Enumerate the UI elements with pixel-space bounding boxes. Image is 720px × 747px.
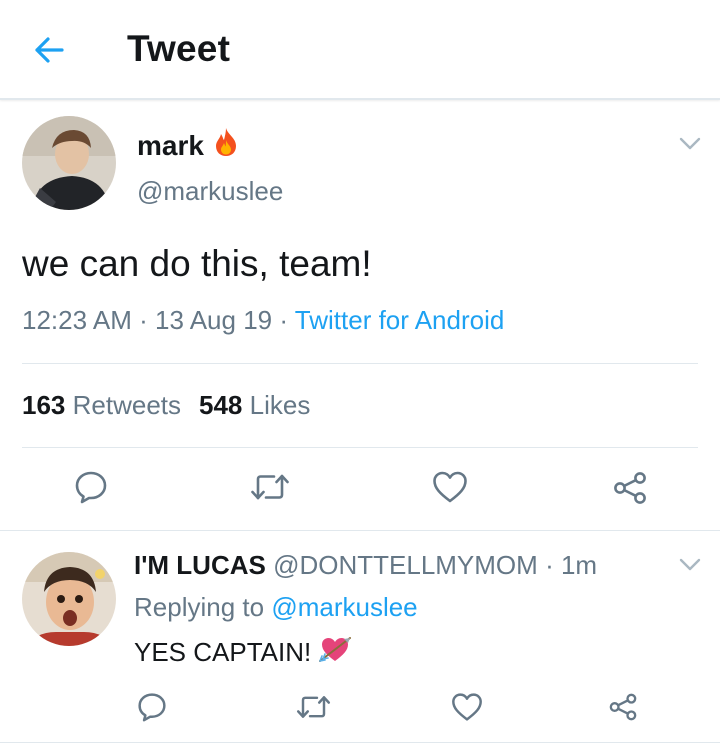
meta-separator: · <box>279 305 289 335</box>
tweet-stats: 163 Retweets 548 Likes <box>22 390 310 421</box>
tweet-meta: 12:23 AM · 13 Aug 19 · Twitter for Andro… <box>22 305 504 336</box>
likes-stat[interactable]: 548 Likes <box>199 390 310 420</box>
speech-bubble-icon <box>138 693 166 722</box>
replying-to-handle[interactable]: @markuslee <box>271 592 417 622</box>
reply-author-handle[interactable]: @DONTTELLMYMOM <box>273 550 538 580</box>
author-handle[interactable]: @markuslee <box>137 176 283 207</box>
chevron-down-icon[interactable] <box>679 137 701 151</box>
page-title: Tweet <box>127 28 231 69</box>
tweet-source-link[interactable]: Twitter for Android <box>295 305 505 335</box>
reply-text: YES CAPTAIN! <box>134 634 353 671</box>
reply-text-content: YES CAPTAIN! <box>134 637 312 667</box>
reply-avatar[interactable] <box>22 552 116 646</box>
reply-reply-button[interactable] <box>137 692 167 727</box>
likes-label: Likes <box>249 390 311 420</box>
share-icon <box>609 693 637 721</box>
author-name-text[interactable]: mark <box>137 130 204 162</box>
tweet-time: 12:23 AM <box>22 305 132 335</box>
fire-icon <box>214 127 238 164</box>
reply-header: I'M LUCAS @DONTTELLMYMOM · 1m <box>134 550 597 581</box>
section-divider <box>0 742 720 743</box>
reply-author-name[interactable]: I'M LUCAS <box>134 550 266 580</box>
heart-with-arrow-icon <box>319 634 353 671</box>
share-button[interactable] <box>612 470 648 511</box>
chevron-down-icon[interactable] <box>679 558 701 572</box>
share-icon <box>614 472 646 504</box>
tweet-text: we can do this, team! <box>22 243 372 284</box>
retweet-icon <box>296 696 331 718</box>
retweet-icon <box>251 474 289 500</box>
reply-retweet-button[interactable] <box>296 692 331 727</box>
retweets-label: Retweets <box>72 390 182 420</box>
like-button[interactable] <box>432 470 468 509</box>
author-name[interactable]: mark <box>137 127 238 164</box>
retweet-button[interactable] <box>250 470 290 509</box>
meta-separator: · <box>139 305 148 335</box>
retweets-count: 163 <box>22 390 66 420</box>
reply-button[interactable] <box>74 470 108 509</box>
reply-share-button[interactable] <box>608 692 638 727</box>
reply-time: 1m <box>560 550 598 580</box>
replying-to-label: Replying to <box>134 592 265 622</box>
avatar[interactable] <box>22 116 116 210</box>
meta-separator: · <box>545 550 554 580</box>
arrow-left-icon[interactable] <box>33 36 65 64</box>
section-divider <box>0 530 720 531</box>
reply-like-button[interactable] <box>451 692 483 727</box>
heart-icon <box>452 693 482 721</box>
replying-to: Replying to @markuslee <box>134 592 418 623</box>
speech-bubble-icon <box>75 471 107 504</box>
tweet-date: 13 Aug 19 <box>155 305 273 335</box>
divider <box>22 447 698 448</box>
likes-count: 548 <box>199 390 243 420</box>
top-app-bar: Tweet <box>0 0 720 100</box>
heart-icon <box>433 471 467 503</box>
retweets-stat[interactable]: 163 Retweets <box>22 390 181 420</box>
divider <box>22 363 698 364</box>
